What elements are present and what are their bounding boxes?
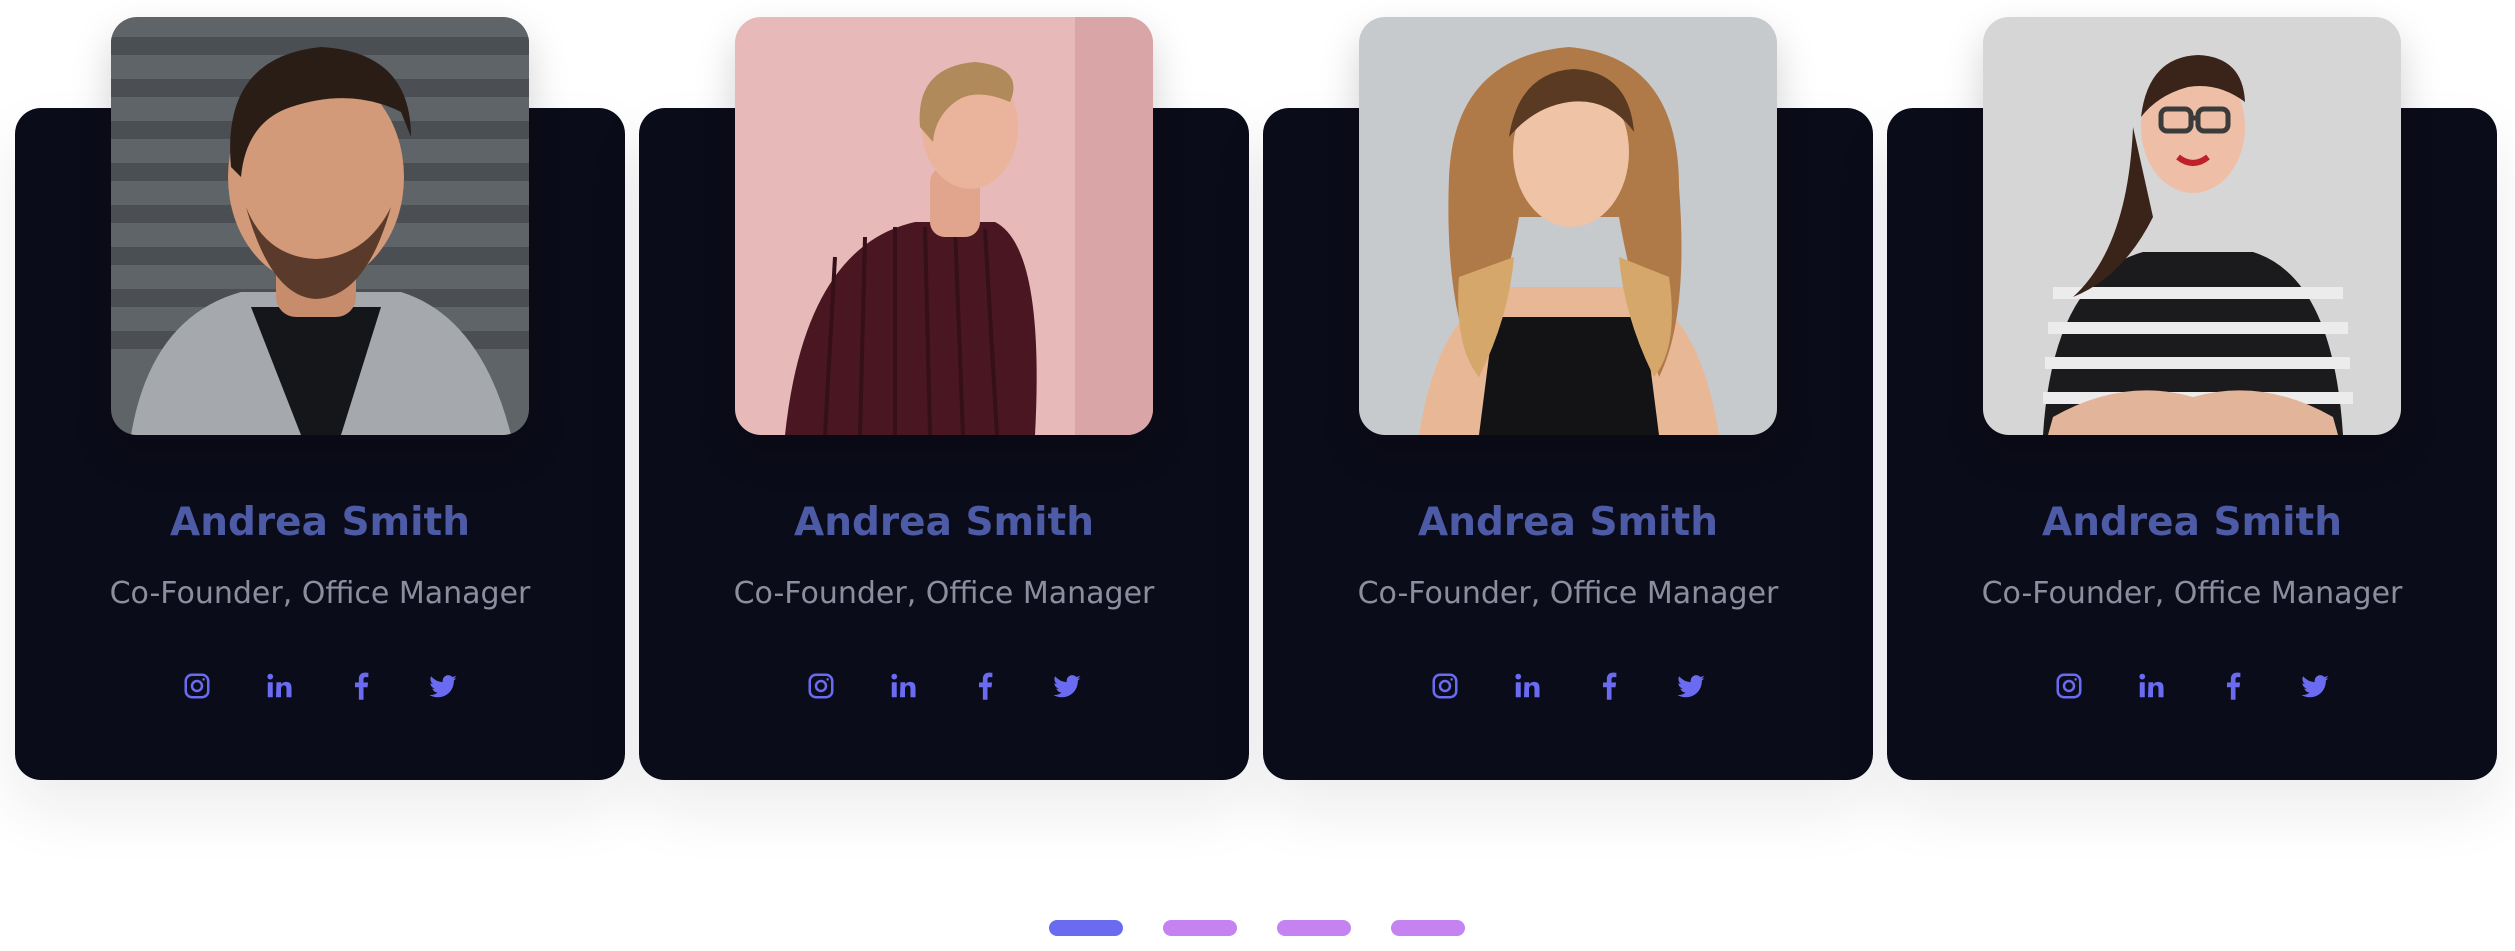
social-links — [1263, 668, 1873, 704]
pagination-dot-4[interactable] — [1391, 920, 1465, 936]
member-photo — [735, 17, 1153, 435]
twitter-icon[interactable] — [1675, 668, 1707, 704]
team-section: Andrea Smith Co-Founder, Office Manager — [0, 0, 2515, 951]
member-role: Co-Founder, Office Manager — [1981, 576, 2403, 611]
instagram-icon[interactable] — [1429, 668, 1461, 704]
team-carousel: Andrea Smith Co-Founder, Office Manager — [15, 0, 2497, 780]
facebook-icon[interactable] — [1593, 668, 1625, 704]
social-links — [15, 668, 625, 704]
instagram-icon[interactable] — [805, 668, 837, 704]
member-role: Co-Founder, Office Manager — [109, 576, 531, 611]
pagination-dot-1[interactable] — [1049, 920, 1123, 936]
member-photo — [1359, 17, 1777, 435]
social-links — [1887, 668, 2497, 704]
member-photo — [111, 17, 529, 435]
member-name: Andrea Smith — [2042, 500, 2342, 545]
carousel-pagination — [1049, 920, 1465, 936]
linkedin-icon[interactable] — [2135, 668, 2167, 704]
team-member-card: Andrea Smith Co-Founder, Office Manager — [639, 0, 1249, 780]
pagination-dot-3[interactable] — [1277, 920, 1351, 936]
twitter-icon[interactable] — [1051, 668, 1083, 704]
team-member-card: Andrea Smith Co-Founder, Office Manager — [1263, 0, 1873, 780]
linkedin-icon[interactable] — [1511, 668, 1543, 704]
team-member-card: Andrea Smith Co-Founder, Office Manager — [15, 0, 625, 780]
member-name: Andrea Smith — [794, 500, 1094, 545]
social-links — [639, 668, 1249, 704]
facebook-icon[interactable] — [345, 668, 377, 704]
member-role: Co-Founder, Office Manager — [1357, 576, 1779, 611]
linkedin-icon[interactable] — [263, 668, 295, 704]
member-role: Co-Founder, Office Manager — [733, 576, 1155, 611]
linkedin-icon[interactable] — [887, 668, 919, 704]
pagination-dot-2[interactable] — [1163, 920, 1237, 936]
team-member-card: Andrea Smith Co-Founder, Office Manager — [1887, 0, 2497, 780]
member-name: Andrea Smith — [170, 500, 470, 545]
twitter-icon[interactable] — [2299, 668, 2331, 704]
twitter-icon[interactable] — [427, 668, 459, 704]
facebook-icon[interactable] — [2217, 668, 2249, 704]
facebook-icon[interactable] — [969, 668, 1001, 704]
instagram-icon[interactable] — [181, 668, 213, 704]
member-name: Andrea Smith — [1418, 500, 1718, 545]
member-photo — [1983, 17, 2401, 435]
instagram-icon[interactable] — [2053, 668, 2085, 704]
